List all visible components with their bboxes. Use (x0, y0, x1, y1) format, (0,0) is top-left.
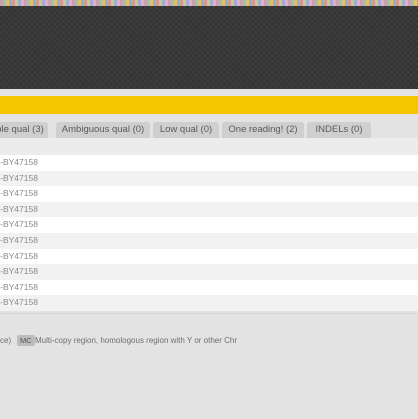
mc-description: Multi-copy region, homologous region wit… (35, 336, 238, 345)
sample-id: H-BY47158 (0, 234, 38, 245)
sample-id: H-BY47158 (0, 250, 38, 261)
sample-id: H-BY47158 (0, 188, 38, 199)
results-table: H-BY47158 H-BY47158 H-BY47158 H-BY47158 … (0, 138, 418, 311)
table-row[interactable]: H-BY47158 (0, 248, 418, 265)
table-row[interactable]: H-BY47158 (0, 201, 418, 218)
banner-gap (0, 89, 418, 96)
table-row[interactable]: H-BY47158 (0, 295, 418, 311)
table-row[interactable]: H-BY47158 (0, 232, 418, 249)
table-row[interactable]: H-BY47158 (0, 186, 418, 202)
table-row[interactable]: H-BY47158 (0, 170, 418, 187)
sample-id: H-BY47158 (0, 203, 38, 214)
table-header (0, 138, 418, 155)
tab-one-reading[interactable]: One reading! (2) (222, 122, 304, 138)
table-body: H-BY47158 H-BY47158 H-BY47158 H-BY47158 … (0, 155, 418, 311)
mc-badge: MC (17, 335, 35, 346)
sample-id: H-BY47158 (0, 157, 38, 167)
sample-id: H-BY47158 (0, 266, 38, 277)
sample-id: H-BY47158 (0, 281, 38, 292)
tab-bar: ble qual (3) Ambiguous qual (0) Low qual… (0, 114, 418, 138)
tab-reliable-qual[interactable]: ble qual (3) (0, 122, 48, 138)
table-row[interactable]: H-BY47158 (0, 279, 418, 296)
legend-footer: ce) MC Multi-copy region, homologous reg… (0, 313, 418, 419)
tab-indels[interactable]: INDELs (0) (307, 122, 371, 138)
sample-id: H-BY47158 (0, 297, 38, 308)
table-row[interactable]: H-BY47158 (0, 217, 418, 233)
header-banner (0, 6, 418, 89)
sample-id: H-BY47158 (0, 172, 38, 183)
legend-fragment: ce) (0, 336, 12, 345)
tab-low-qual[interactable]: Low qual (0) (153, 122, 219, 138)
table-row[interactable]: H-BY47158 (0, 155, 418, 171)
table-row[interactable]: H-BY47158 (0, 264, 418, 280)
accent-bar (0, 96, 418, 114)
tab-ambiguous-qual[interactable]: Ambiguous qual (0) (56, 122, 150, 138)
sample-id: H-BY47158 (0, 219, 38, 230)
